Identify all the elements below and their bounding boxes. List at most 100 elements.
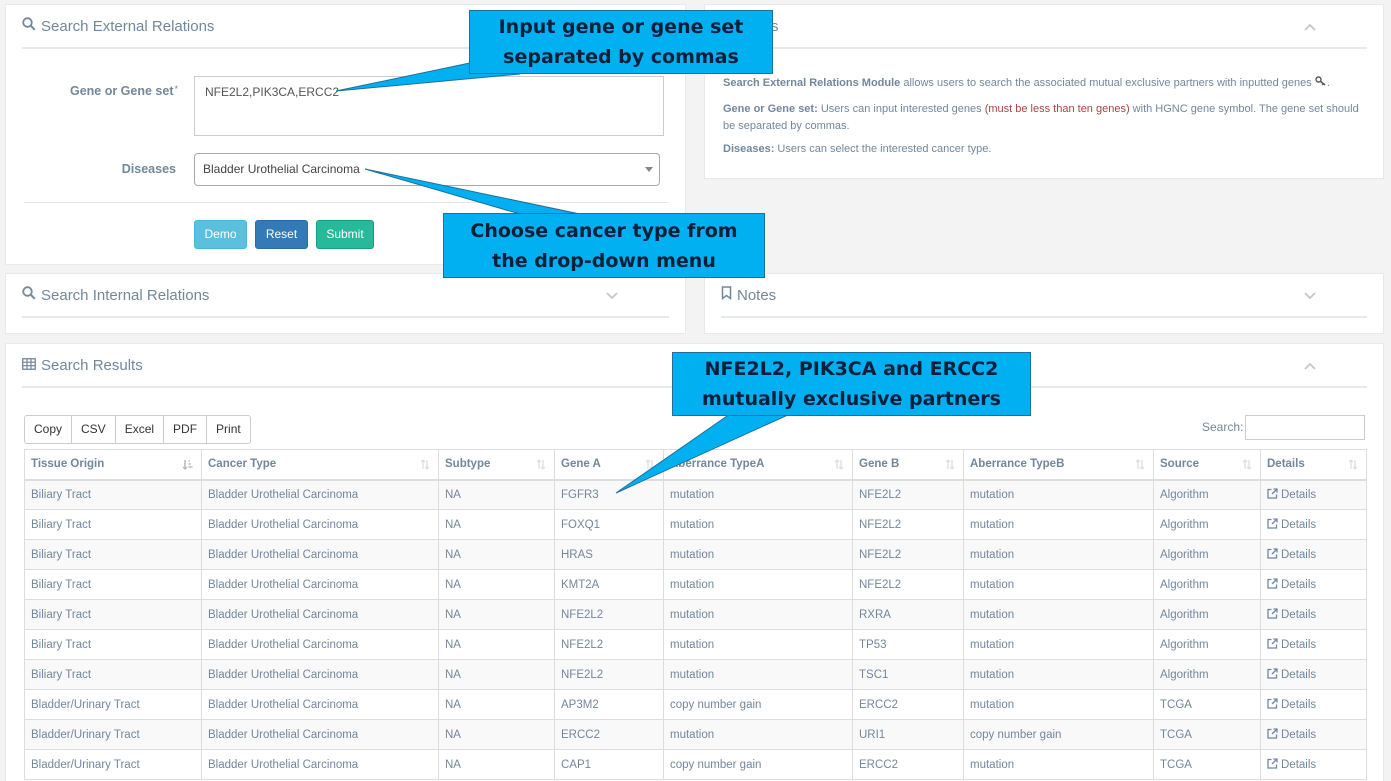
sort-asc-icon xyxy=(182,459,193,473)
external-link-icon xyxy=(1267,547,1278,562)
table-cell: mutation xyxy=(963,629,1154,660)
csv-button[interactable]: CSV xyxy=(71,415,116,444)
internal-relations-panel: Search Internal Relations xyxy=(5,273,686,334)
table-cell: copy number gain xyxy=(663,749,853,780)
table-cell: NA xyxy=(438,599,555,630)
details-link[interactable]: Details xyxy=(1260,599,1367,630)
table-cell: Bladder Urothelial Carcinoma xyxy=(201,479,439,510)
demo-button[interactable]: Demo xyxy=(194,220,247,249)
sort-both-icon xyxy=(536,459,546,473)
table-cell: mutation xyxy=(963,599,1154,630)
search-icon xyxy=(22,274,36,318)
table-cell: ERCC2 xyxy=(852,749,964,780)
table-cell: NA xyxy=(438,569,555,600)
results-table: Tissue Origin Cancer Type Subtype Gene A Abe… xyxy=(24,449,1367,780)
chevron-up-icon[interactable] xyxy=(1303,344,1317,388)
table-row: Bladder/Urinary Tract Bladder Urothelial … xyxy=(24,719,1367,750)
external-link-icon xyxy=(1267,517,1278,532)
table-cell: Bladder Urothelial Carcinoma xyxy=(201,569,439,600)
table-cell: mutation xyxy=(963,749,1154,780)
column-header-source[interactable]: Source xyxy=(1153,449,1261,481)
table-cell: Bladder Urothelial Carcinoma xyxy=(201,599,439,630)
table-header-row: Tissue Origin Cancer Type Subtype Gene A Abe… xyxy=(24,449,1367,481)
column-header-tissue-origin[interactable]: Tissue Origin xyxy=(24,449,202,481)
table-cell: copy number gain xyxy=(663,689,853,720)
sort-both-icon xyxy=(420,459,430,473)
table-cell: NA xyxy=(438,719,555,750)
help-gene-text: Gene or Gene set: Users can input intere… xyxy=(723,103,1359,132)
table-cell: NFE2L2 xyxy=(554,659,664,690)
details-link[interactable]: Details xyxy=(1260,539,1367,570)
table-cell: RXRA xyxy=(852,599,964,630)
chevron-down-icon[interactable] xyxy=(605,274,619,318)
details-link[interactable]: Details xyxy=(1260,719,1367,750)
table-cell: Bladder/Urinary Tract xyxy=(24,749,202,780)
external-link-icon xyxy=(1267,637,1278,652)
chevron-up-icon[interactable] xyxy=(1303,5,1317,49)
table-cell: NA xyxy=(438,689,555,720)
column-header-aberrance-typea[interactable]: Aberrance TypeA xyxy=(663,449,853,481)
table-cell: NA xyxy=(438,629,555,660)
details-link[interactable]: Details xyxy=(1260,659,1367,690)
external-link-icon xyxy=(1267,727,1278,742)
pdf-button[interactable]: PDF xyxy=(163,415,208,444)
sort-both-icon xyxy=(834,459,844,473)
table-cell: Bladder Urothelial Carcinoma xyxy=(201,749,439,780)
table-search-input[interactable] xyxy=(1245,415,1365,440)
table-cell: NFE2L2 xyxy=(852,539,964,570)
table-cell: mutation xyxy=(963,509,1154,540)
details-link[interactable]: Details xyxy=(1260,509,1367,540)
table-cell: Biliary Tract xyxy=(24,479,202,510)
notes-title: Notes xyxy=(721,274,1367,318)
table-row: Biliary Tract Bladder Urothelial Carcinom… xyxy=(24,569,1367,600)
table-row: Biliary Tract Bladder Urothelial Carcinom… xyxy=(24,599,1367,630)
table-cell: mutation xyxy=(963,689,1154,720)
table-search-label: Search: xyxy=(1202,420,1244,434)
details-link[interactable]: Details xyxy=(1260,629,1367,660)
key-icon xyxy=(1315,76,1327,89)
sort-both-icon xyxy=(645,459,655,473)
column-header-details[interactable]: Details xyxy=(1260,449,1367,481)
details-link[interactable]: Details xyxy=(1260,749,1367,780)
table-cell: Biliary Tract xyxy=(24,569,202,600)
disease-select[interactable]: Bladder Urothelial Carcinoma xyxy=(194,153,660,186)
table-cell: Bladder Urothelial Carcinoma xyxy=(201,659,439,690)
details-link[interactable]: Details xyxy=(1260,569,1367,600)
table-cell: HRAS xyxy=(554,539,664,570)
table-cell: mutation xyxy=(963,539,1154,570)
table-cell: Algorithm xyxy=(1153,599,1261,630)
submit-button[interactable]: Submit xyxy=(316,220,374,249)
print-button[interactable]: Print xyxy=(206,415,251,444)
column-header-cancer-type[interactable]: Cancer Type xyxy=(201,449,439,481)
excel-button[interactable]: Excel xyxy=(114,415,165,444)
details-link[interactable]: Details xyxy=(1260,479,1367,510)
column-header-gene-b[interactable]: Gene B xyxy=(852,449,964,481)
table-cell: Algorithm xyxy=(1153,629,1261,660)
table-cell: Algorithm xyxy=(1153,509,1261,540)
table-cell: Bladder Urothelial Carcinoma xyxy=(201,689,439,720)
table-row: Biliary Tract Bladder Urothelial Carcinom… xyxy=(24,539,1367,570)
table-icon xyxy=(22,344,36,388)
table-cell: mutation xyxy=(963,479,1154,510)
chevron-down-icon[interactable] xyxy=(1303,274,1317,318)
table-cell: Bladder Urothelial Carcinoma xyxy=(201,539,439,570)
table-cell: NFE2L2 xyxy=(852,509,964,540)
callout-partners: NFE2L2, PIK3CA and ERCC2 mutually exclusi… xyxy=(672,352,1031,416)
table-cell: mutation xyxy=(663,719,853,750)
copy-button[interactable]: Copy xyxy=(24,415,73,444)
column-header-gene-a[interactable]: Gene A xyxy=(554,449,664,481)
details-link[interactable]: Details xyxy=(1260,689,1367,720)
table-cell: mutation xyxy=(663,599,853,630)
table-row: Bladder/Urinary Tract Bladder Urothelial … xyxy=(24,689,1367,720)
sort-both-icon xyxy=(1135,459,1145,473)
table-cell: Algorithm xyxy=(1153,569,1261,600)
table-row: Biliary Tract Bladder Urothelial Carcinom… xyxy=(24,479,1367,510)
table-cell: FGFR3 xyxy=(554,479,664,510)
gene-input[interactable]: NFE2L2,PIK3CA,ERCC2 xyxy=(194,76,664,136)
reset-button[interactable]: Reset xyxy=(255,220,308,249)
column-header-subtype[interactable]: Subtype xyxy=(438,449,555,481)
column-header-aberrance-typeb[interactable]: Aberrance TypeB xyxy=(963,449,1154,481)
table-cell: mutation xyxy=(663,509,853,540)
table-cell: NA xyxy=(438,479,555,510)
table-cell: KMT2A xyxy=(554,569,664,600)
